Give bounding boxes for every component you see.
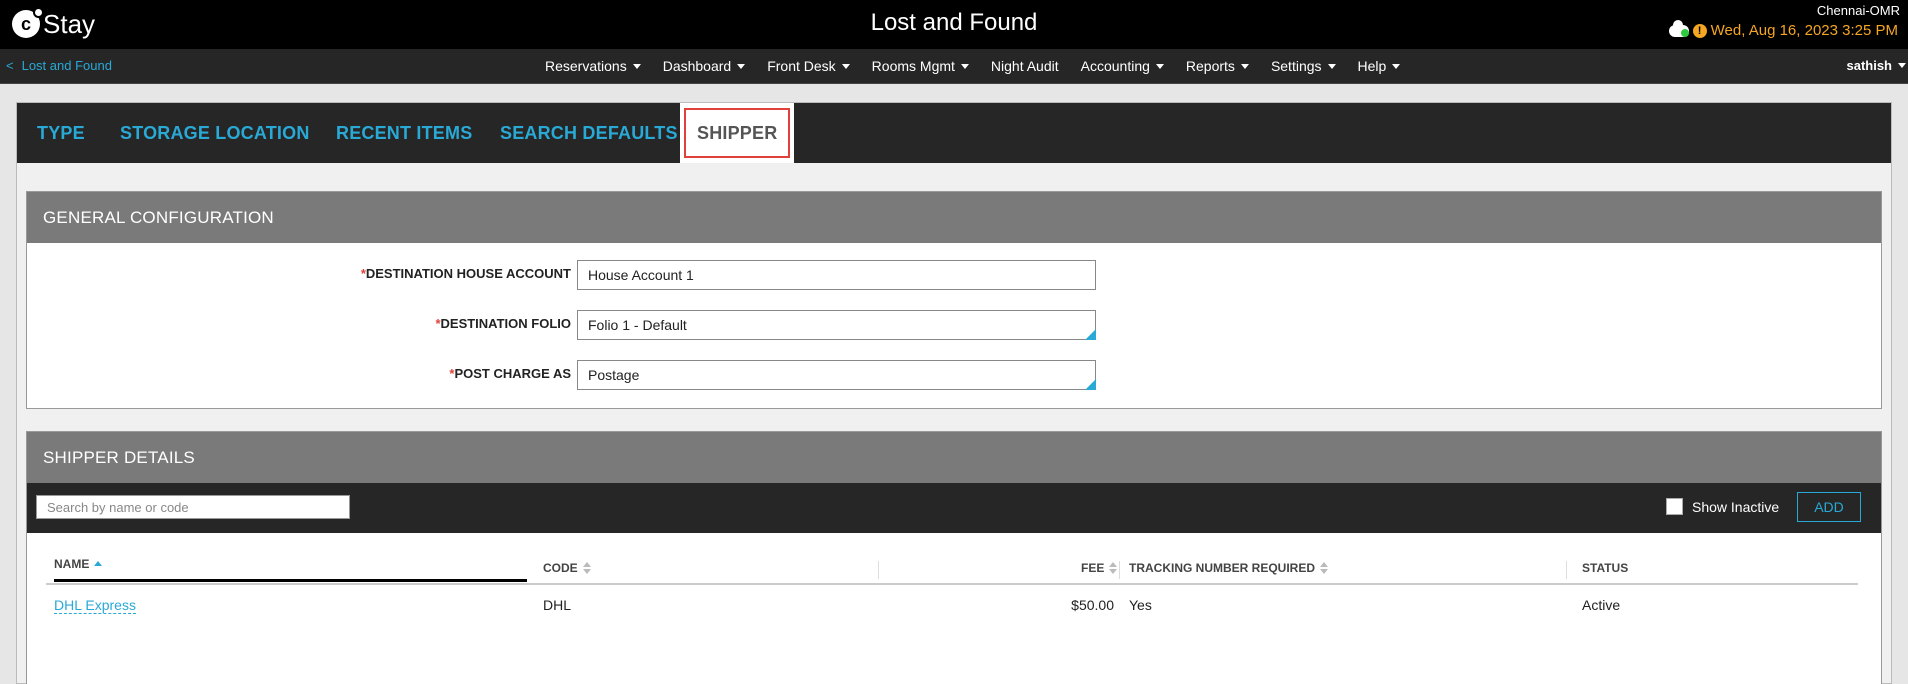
- grid-header: NAME CODE FEE TRACKING NUMBER REQUIRED S…: [46, 547, 1858, 585]
- shipper-grid: NAME CODE FEE TRACKING NUMBER REQUIRED S…: [46, 547, 1858, 625]
- shipper-code: DHL: [543, 597, 572, 613]
- main-content: TYPE STORAGE LOCATION RECENT ITEMS SEARC…: [16, 102, 1892, 684]
- show-inactive-checkbox[interactable]: [1666, 498, 1683, 515]
- menu-accounting[interactable]: Accounting: [1081, 58, 1164, 74]
- dropdown-corner-icon: [1085, 379, 1096, 390]
- post-charge-as-row: *POST CHARGE AS Postage: [27, 360, 1883, 390]
- user-menu[interactable]: sathish: [1846, 58, 1906, 73]
- caret-down-icon: [632, 63, 641, 69]
- field-label: *POST CHARGE AS: [449, 366, 571, 381]
- sort-asc-icon: [94, 560, 103, 568]
- caret-down-icon: [960, 63, 969, 69]
- cloud-status-icon[interactable]: [1668, 19, 1689, 37]
- column-header-name[interactable]: NAME: [54, 557, 103, 571]
- destination-folio-row: *DESTINATION FOLIO Folio 1 - Default: [27, 310, 1883, 340]
- sort-icon: [1109, 562, 1118, 574]
- destination-folio-select[interactable]: Folio 1 - Default: [577, 310, 1096, 340]
- chevron-left-icon: <: [6, 58, 14, 73]
- caret-down-icon: [1327, 63, 1336, 69]
- tab-shipper-label: SHIPPER: [684, 108, 791, 158]
- nav-bar: < Lost and Found Reservations Dashboard F…: [0, 49, 1908, 84]
- tab-shipper[interactable]: SHIPPER: [680, 103, 795, 163]
- destination-house-account-input[interactable]: [577, 260, 1096, 290]
- caret-down-icon: [737, 63, 746, 69]
- menu-help[interactable]: Help: [1358, 58, 1401, 74]
- shipper-details-panel: SHIPPER DETAILS Show Inactive ADD NAME C…: [26, 431, 1882, 684]
- show-inactive-label: Show Inactive: [1692, 498, 1780, 515]
- panel-title: GENERAL CONFIGURATION: [27, 192, 1881, 243]
- menu-settings[interactable]: Settings: [1271, 58, 1336, 74]
- caret-down-icon: [841, 63, 850, 69]
- dropdown-corner-icon: [1085, 329, 1096, 340]
- main-menu: Reservations Dashboard Front Desk Rooms …: [545, 58, 1422, 74]
- column-separator: [878, 561, 879, 579]
- column-separator: [1566, 561, 1567, 579]
- destination-house-account-row: *DESTINATION HOUSE ACCOUNT: [27, 260, 1883, 290]
- page-title: Lost and Found: [870, 9, 1038, 36]
- show-inactive-toggle[interactable]: Show Inactive: [1666, 498, 1779, 515]
- tab-recent-items[interactable]: RECENT ITEMS: [336, 103, 472, 163]
- general-configuration-panel: GENERAL CONFIGURATION *DESTINATION HOUSE…: [26, 191, 1882, 409]
- caret-down-icon: [1155, 63, 1164, 69]
- search-input[interactable]: [36, 495, 350, 519]
- caret-down-icon: [1392, 63, 1401, 69]
- shipper-name-link[interactable]: DHL Express: [54, 597, 136, 614]
- table-row[interactable]: DHL Express DHL $50.00 Yes Active: [46, 585, 1858, 625]
- field-label: *DESTINATION HOUSE ACCOUNT: [360, 266, 571, 281]
- shipper-toolbar: Show Inactive ADD: [27, 483, 1881, 533]
- caret-down-icon: [1898, 63, 1906, 68]
- add-button[interactable]: ADD: [1797, 492, 1861, 522]
- top-bar: c Stay Lost and Found Chennai-OMR ! Wed,…: [0, 0, 1908, 49]
- caret-down-icon: [1240, 63, 1249, 69]
- panel-title: SHIPPER DETAILS: [27, 432, 1881, 483]
- field-label: *DESTINATION FOLIO: [435, 316, 571, 331]
- alert-icon[interactable]: !: [1692, 23, 1707, 38]
- tab-type[interactable]: TYPE: [37, 103, 85, 163]
- shipper-fee: $50.00: [1071, 597, 1114, 613]
- sort-icon: [1320, 562, 1328, 574]
- sorted-column-indicator: [54, 579, 527, 582]
- column-header-tracking-number-required[interactable]: TRACKING NUMBER REQUIRED: [1129, 561, 1328, 575]
- tab-search-defaults[interactable]: SEARCH DEFAULTS: [500, 103, 678, 163]
- datetime-text: Wed, Aug 16, 2023 3:25 PM: [1710, 22, 1898, 39]
- user-name: sathish: [1846, 58, 1892, 73]
- column-header-code[interactable]: CODE: [543, 561, 591, 575]
- menu-dashboard[interactable]: Dashboard: [663, 58, 746, 74]
- back-link[interactable]: < Lost and Found: [6, 58, 112, 73]
- menu-reports[interactable]: Reports: [1186, 58, 1249, 74]
- column-separator: [1119, 561, 1120, 579]
- menu-night-audit[interactable]: Night Audit: [991, 58, 1059, 74]
- menu-reservations[interactable]: Reservations: [545, 58, 641, 74]
- business-datetime: ! Wed, Aug 16, 2023 3:25 PM: [1668, 19, 1898, 39]
- shipper-status: Active: [1582, 597, 1621, 613]
- shipper-tracking-required: Yes: [1129, 597, 1152, 613]
- sort-icon: [582, 562, 591, 574]
- menu-rooms-mgmt[interactable]: Rooms Mgmt: [872, 58, 969, 74]
- back-link-label: Lost and Found: [21, 58, 112, 73]
- tab-storage-location[interactable]: STORAGE LOCATION: [120, 103, 310, 163]
- tab-bar: TYPE STORAGE LOCATION RECENT ITEMS SEARC…: [17, 103, 1891, 163]
- column-header-fee[interactable]: FEE: [1081, 561, 1118, 575]
- post-charge-as-select[interactable]: Postage: [577, 360, 1096, 390]
- column-header-status: STATUS: [1582, 561, 1629, 575]
- property-name[interactable]: Chennai-OMR: [1817, 3, 1900, 18]
- menu-front-desk[interactable]: Front Desk: [767, 58, 850, 74]
